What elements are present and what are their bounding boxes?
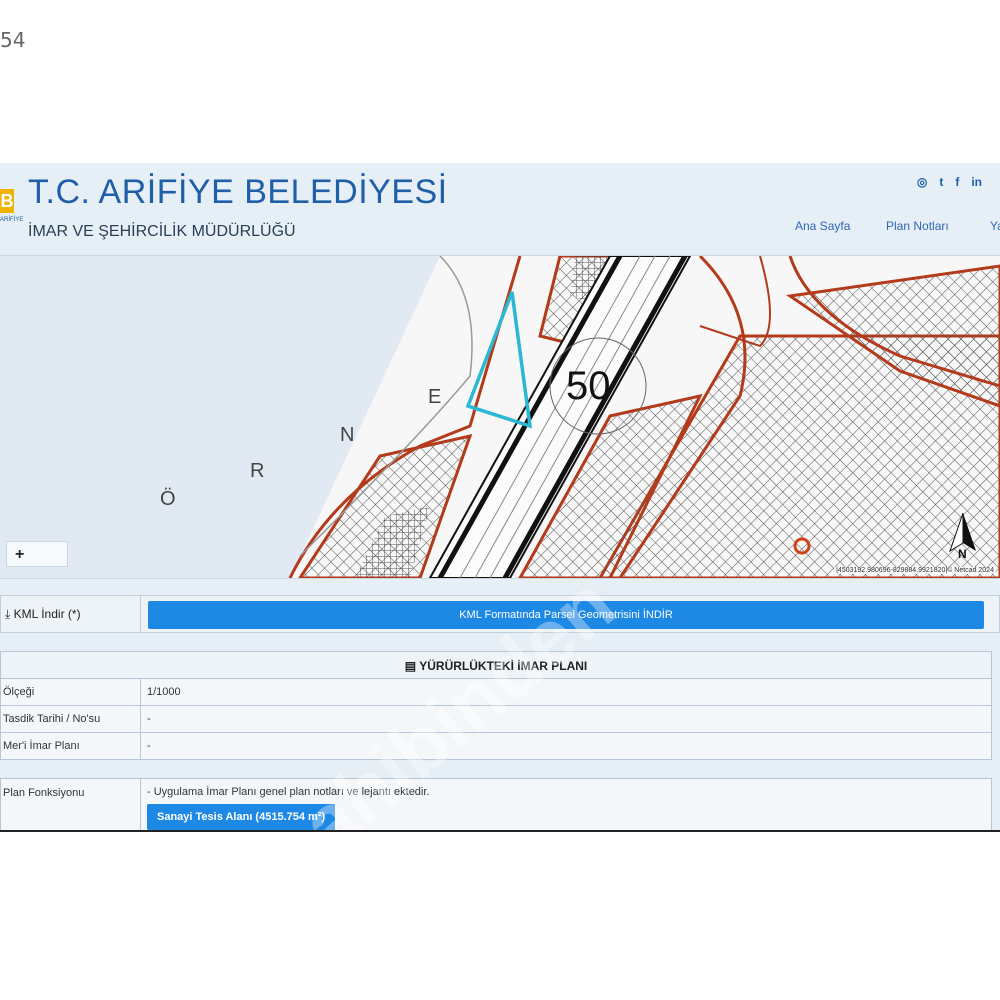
- map-attribution: |4503192.980696-829884.9921820|© Netcad …: [834, 567, 996, 574]
- kml-label: ⤓ KML İndir (*): [1, 596, 141, 632]
- document-icon: ▤: [404, 659, 417, 673]
- municipality-logo[interactable]: B: [0, 189, 14, 213]
- plan-function-row: Plan Fonksiyonu - Uygulama İmar Planı ge…: [0, 778, 992, 832]
- nav-item-ana-sayfa[interactable]: Ana Sayfa: [795, 219, 850, 233]
- browser-page: B ARİFİYE T.C. ARİFİYE BELEDİYESİ İMAR V…: [0, 163, 1000, 832]
- table-row: Tasdik Tarihi / No'su -: [0, 706, 992, 733]
- table-heading: ▤ YÜRÜRLÜKTEKİ İMAR PLANI: [0, 651, 992, 679]
- row-value-approval: -: [147, 713, 151, 725]
- kml-download-row: ⤓ KML İndir (*) KML Formatında Parsel Ge…: [0, 595, 1000, 633]
- plan-function-label: Plan Fonksiyonu: [1, 779, 141, 832]
- kml-download-button[interactable]: KML Formatında Parsel Geometrisini İNDİR: [148, 601, 984, 629]
- map-canvas[interactable]: [0, 256, 1000, 578]
- table-row: Ölçeği 1/1000: [0, 679, 992, 706]
- twitter-icon[interactable]: t: [939, 175, 943, 189]
- parcel-map[interactable]: 50 Ö R N E: [0, 255, 1000, 579]
- row-label-approval: Tasdik Tarihi / No'su: [1, 706, 141, 732]
- site-header: B ARİFİYE T.C. ARİFİYE BELEDİYESİ İMAR V…: [0, 163, 1000, 255]
- instagram-icon[interactable]: ◎: [917, 175, 927, 189]
- scale-label: 50: [566, 364, 611, 408]
- facebook-icon[interactable]: f: [955, 175, 959, 189]
- social-links: ◎ t f in: [917, 175, 982, 189]
- download-icon: ⤓: [5, 607, 11, 621]
- frame-bottom-border: [0, 830, 1000, 832]
- linkedin-icon[interactable]: in: [971, 175, 982, 189]
- nav-item-plan-notlari[interactable]: Plan Notları: [886, 219, 949, 233]
- area-letter: Ö: [160, 488, 176, 510]
- area-letter: R: [250, 460, 265, 482]
- plan-function-tag-button[interactable]: Sanayi Tesis Alanı (4515.754 m²): [147, 804, 336, 830]
- top-nav: Ana Sayfa Plan Notları Ya: [0, 219, 1000, 239]
- area-letter: N: [340, 424, 355, 446]
- plan-function-note: - Uygulama İmar Planı genel plan notları…: [147, 786, 430, 798]
- row-label-current-plan: Mer'i İmar Planı: [1, 733, 141, 759]
- row-value-scale: 1/1000: [147, 686, 181, 698]
- area-letter: E: [428, 386, 442, 408]
- north-label: N: [958, 547, 967, 561]
- table-row: Mer'i İmar Planı -: [0, 733, 992, 760]
- corner-number: 54: [0, 28, 26, 52]
- zoning-plan-table: ▤ YÜRÜRLÜKTEKİ İMAR PLANI Ölçeği 1/1000 …: [0, 651, 992, 760]
- zoom-in-button[interactable]: +: [6, 541, 68, 567]
- row-label-scale: Ölçeği: [1, 679, 141, 705]
- site-title[interactable]: T.C. ARİFİYE BELEDİYESİ: [28, 173, 448, 212]
- nav-item-more[interactable]: Ya: [990, 219, 1000, 233]
- row-value-current-plan: -: [147, 740, 151, 752]
